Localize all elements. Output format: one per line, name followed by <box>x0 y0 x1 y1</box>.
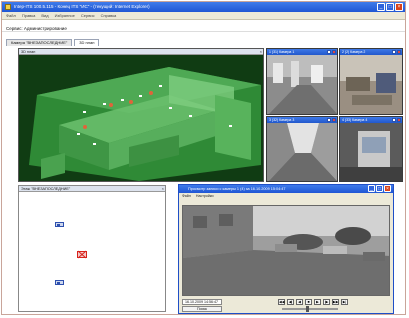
menu-favorites[interactable]: Избранное <box>55 12 75 19</box>
floor-map-title: Этаж "ВНЕЗАПОСЛЕДНИЕ" <box>19 186 165 192</box>
playback-video[interactable] <box>182 205 390 296</box>
camera-view-3[interactable]: 3 (32) Камера 3 <box>266 116 338 182</box>
skip-forward-icon[interactable]: ▶▶ <box>332 299 339 305</box>
camera-2-maximize-icon[interactable] <box>392 50 396 54</box>
step-back-icon[interactable]: ◀| <box>287 299 294 305</box>
playback-menu: Файл Настройки <box>179 193 393 199</box>
camera-4-image <box>340 123 402 181</box>
sensor-marker <box>229 125 232 127</box>
3d-plan-scene[interactable] <box>19 55 263 181</box>
camera-1-image <box>267 55 337 114</box>
maximize-button[interactable]: □ <box>386 3 394 11</box>
floor-map-close-icon[interactable]: × <box>162 186 164 192</box>
camera-4-close-icon[interactable] <box>397 118 401 122</box>
application-window: Intep-ITS 100.5.115 - Конец ITS "ИС" - (… <box>1 1 406 315</box>
search-button[interactable]: Поиск <box>182 306 222 312</box>
playback-maximize-button[interactable]: □ <box>376 185 383 192</box>
playback-image <box>183 206 389 295</box>
timestamp-field[interactable]: 16.10.2009 14:56:47 <box>182 299 222 305</box>
sensor-marker <box>139 95 142 97</box>
playback-titlebar[interactable]: Просмотр записи с камеры 1 (4) за 16.10.… <box>179 185 393 193</box>
menu-tools[interactable]: Сервис <box>81 12 95 19</box>
menu-edit[interactable]: Правка <box>22 12 36 19</box>
camera-3-title: 3 (32) Камера 3 <box>269 118 295 122</box>
playback-window[interactable]: Просмотр записи с камеры 1 (4) за 16.10.… <box>178 184 394 314</box>
camera-2-image <box>340 55 402 114</box>
camera-4-title: 4 (33) Камера 4 <box>342 118 368 122</box>
camera-1-maximize-icon[interactable] <box>327 50 331 54</box>
sensor-marker <box>159 85 162 87</box>
sensor-marker <box>83 111 86 113</box>
camera-2-close-icon[interactable] <box>397 50 401 54</box>
menu-file[interactable]: Файл <box>6 12 16 19</box>
sensor-marker <box>189 115 192 117</box>
playback-controls: 16.10.2009 14:56:47 Поиск ◀◀ ◀| ◀ ■ ▶ |▶… <box>182 297 390 313</box>
status-line: Сервис: Администрирование <box>2 20 405 32</box>
menu-bar: Файл Правка Вид Избранное Сервис Справка <box>2 12 405 20</box>
stop-icon[interactable]: ■ <box>305 299 312 305</box>
playback-title: Просмотр записи с камеры 1 (4) за 16.10.… <box>188 187 286 191</box>
sensor-marker <box>121 99 124 101</box>
tab-bar: Камера "ВНЕЗАПОСЛЕДНИЕ" 3D план <box>6 39 100 46</box>
window-title: Intep-ITS 100.5.115 - Конец ITS "ИС" - (… <box>14 4 150 9</box>
fast-forward-icon[interactable]: ▶| <box>341 299 348 305</box>
playback-close-button[interactable]: × <box>384 185 391 192</box>
seek-handle[interactable] <box>305 306 309 312</box>
tab-3d-plan[interactable]: 3D план <box>74 39 100 46</box>
camera-view-2[interactable]: 2 (2) Камера 2 <box>339 48 403 115</box>
window-titlebar[interactable]: Intep-ITS 100.5.115 - Конец ITS "ИС" - (… <box>2 2 405 12</box>
alarm-marker <box>83 125 87 129</box>
camera-map-icon[interactable] <box>55 222 64 227</box>
sensor-marker <box>77 133 80 135</box>
playback-menu-file[interactable]: Файл <box>182 193 191 199</box>
sensor-marker <box>169 107 172 109</box>
camera-map-icon[interactable] <box>55 280 64 285</box>
3d-plan-panel[interactable]: 3D план × <box>18 48 264 182</box>
building-tower <box>215 95 251 160</box>
play-icon[interactable]: ▶ <box>314 299 321 305</box>
camera-2-title: 2 (2) Камера 2 <box>342 50 366 54</box>
alarm-camera-icon[interactable] <box>77 250 87 259</box>
close-button[interactable]: × <box>395 3 403 11</box>
playback-menu-settings[interactable]: Настройки <box>196 193 214 199</box>
camera-view-1[interactable]: 1 (31) Камера 1 <box>266 48 338 115</box>
alarm-marker <box>149 91 153 95</box>
camera-3-maximize-icon[interactable] <box>327 118 331 122</box>
seek-bar[interactable] <box>282 306 338 312</box>
app-icon <box>5 4 11 10</box>
alarm-marker <box>109 103 113 107</box>
camera-1-title: 1 (31) Камера 1 <box>269 50 295 54</box>
camera-3-image <box>267 123 337 181</box>
sensor-marker <box>103 103 106 105</box>
skip-back-icon[interactable]: ◀◀ <box>278 299 285 305</box>
sensor-marker <box>93 143 96 145</box>
alarm-marker <box>129 100 133 104</box>
minimize-button[interactable]: _ <box>377 3 385 11</box>
camera-3-close-icon[interactable] <box>332 118 336 122</box>
camera-4-maximize-icon[interactable] <box>392 118 396 122</box>
menu-help[interactable]: Справка <box>101 12 117 19</box>
play-reverse-icon[interactable]: ◀ <box>296 299 303 305</box>
floor-map-panel[interactable]: Этаж "ВНЕЗАПОСЛЕДНИЕ" × <box>18 185 166 312</box>
menu-view[interactable]: Вид <box>41 12 48 19</box>
camera-view-4[interactable]: 4 (33) Камера 4 <box>339 116 403 182</box>
step-forward-icon[interactable]: |▶ <box>323 299 330 305</box>
transport-buttons: ◀◀ ◀| ◀ ■ ▶ |▶ ▶▶ ▶| <box>278 299 348 305</box>
camera-1-close-icon[interactable] <box>332 50 336 54</box>
tab-camera[interactable]: Камера "ВНЕЗАПОСЛЕДНИЕ" <box>6 39 73 46</box>
status-text: Сервис: Администрирование <box>6 26 67 31</box>
playback-minimize-button[interactable]: _ <box>368 185 375 192</box>
